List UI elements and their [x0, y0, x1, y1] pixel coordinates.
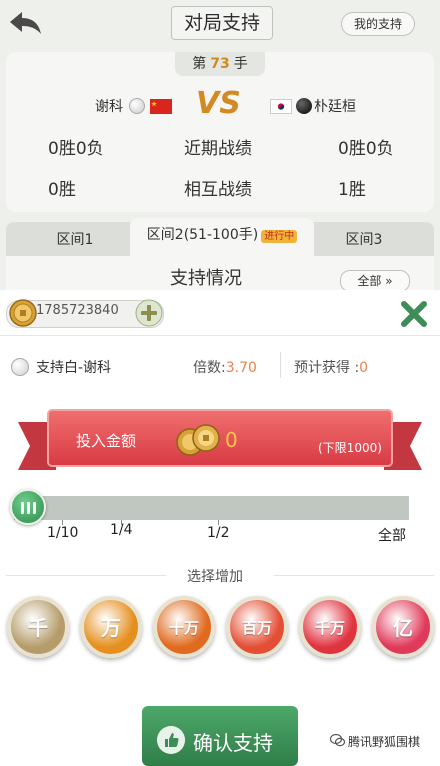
coin-balance: 1785723840	[36, 303, 119, 318]
chip-hundred-thousand[interactable]: 十万	[153, 596, 215, 658]
vs-label: VS	[196, 86, 241, 121]
player2-name: 朴廷桓	[314, 99, 356, 115]
tick-label-all[interactable]: 全部	[378, 525, 406, 545]
h2h-record-p1: 0胜	[48, 180, 76, 200]
grip-line	[21, 502, 24, 514]
page-title: 对局支持	[171, 6, 273, 40]
thumbs-up-icon	[157, 726, 185, 754]
grip-line	[33, 502, 36, 514]
confirm-support-label: 确认支持	[193, 731, 273, 755]
move-suffix: 手	[233, 56, 248, 72]
tick-label-1-10[interactable]: 1/10	[47, 525, 78, 541]
korea-flag-icon	[270, 99, 292, 114]
tab-interval-1[interactable]: 区间1	[20, 222, 130, 256]
h2h-record-p2: 1胜	[338, 180, 366, 200]
black-stone-icon	[296, 98, 312, 114]
wechat-icon	[330, 733, 345, 747]
odds-value: 3.70	[225, 360, 257, 376]
watermark: 腾讯野狐围棋	[348, 735, 421, 749]
live-badge: 进行中	[261, 230, 298, 243]
chip-thousand[interactable]: 千	[7, 596, 69, 658]
divider	[0, 335, 440, 336]
my-support-button[interactable]: 我的支持	[341, 12, 415, 36]
recent-record-p1: 0胜0负	[48, 139, 104, 159]
move-number: 73	[210, 56, 230, 72]
move-prefix: 第	[192, 56, 207, 72]
h2h-record-label: 相互战绩	[184, 180, 252, 200]
recent-record-label: 近期战绩	[184, 139, 252, 159]
chip-ten-thousand[interactable]: 万	[80, 596, 142, 658]
divider	[280, 352, 281, 378]
white-stone-icon	[129, 98, 145, 114]
coins-icon	[176, 424, 220, 456]
expected-gain-label: 预计获得 :	[294, 360, 360, 376]
back-arrow-icon[interactable]	[6, 6, 46, 38]
tick-label-1-4[interactable]: 1/4	[110, 522, 133, 538]
tab-interval-2-label: 区间2(51-100手)	[146, 227, 259, 243]
grip-line	[27, 502, 30, 514]
divider	[6, 575, 166, 576]
divider	[274, 575, 434, 576]
expected-gain: 预计获得 :0	[294, 357, 368, 377]
tab-interval-3[interactable]: 区间3	[314, 222, 414, 256]
player1-name: 谢科	[95, 99, 123, 115]
chip-million[interactable]: 百万	[226, 596, 288, 658]
move-counter: 第 73 手	[175, 52, 265, 76]
chip-ten-million[interactable]: 千万	[299, 596, 361, 658]
odds: 倍数:3.70	[193, 357, 257, 377]
expected-gain-value: 0	[359, 360, 369, 376]
view-all-button[interactable]: 全部 »	[340, 270, 410, 292]
coin-icon	[9, 299, 37, 327]
close-icon[interactable]	[398, 298, 430, 330]
invest-amount-label: 投入金额	[76, 432, 137, 450]
white-stone-icon	[11, 358, 29, 376]
support-choice: 支持白-谢科	[36, 360, 112, 376]
odds-label: 倍数:	[193, 360, 226, 376]
chip-hundred-million[interactable]: 亿	[372, 596, 434, 658]
support-status-title: 支持情况	[170, 268, 242, 289]
amount-slider-track[interactable]	[14, 496, 409, 520]
tab-interval-2[interactable]: 区间2(51-100手) 进行中	[130, 218, 314, 256]
amount-slider-handle[interactable]	[10, 489, 46, 525]
add-amount-title: 选择增加	[187, 569, 243, 585]
min-limit-label: (下限1000)	[318, 441, 382, 455]
china-flag-icon	[150, 99, 172, 114]
tick-label-1-2[interactable]: 1/2	[207, 525, 230, 541]
add-coin-button[interactable]	[135, 299, 163, 327]
invest-amount-value: 0	[225, 428, 238, 452]
recent-record-p2: 0胜0负	[338, 139, 394, 159]
